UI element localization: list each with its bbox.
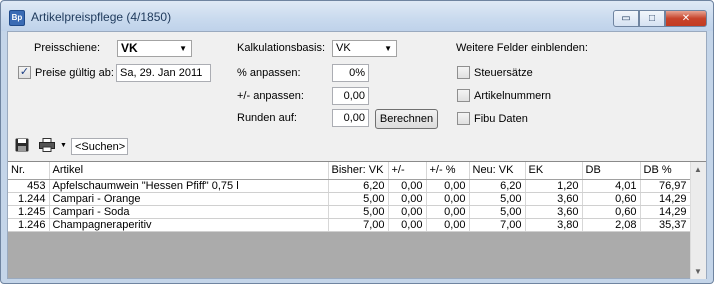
cell-plusminus: 0,00 <box>388 218 427 232</box>
col-header-artikel[interactable]: Artikel <box>49 162 329 180</box>
col-header-nr[interactable]: Nr. <box>8 162 50 180</box>
table-row[interactable]: 453 Apfelschaumwein "Hessen Pfiff" 0,75 … <box>8 179 691 193</box>
cell-bisher-vk: 5,00 <box>328 192 389 206</box>
cell-nr: 1.246 <box>8 218 50 232</box>
cell-ek: 3,80 <box>525 218 583 232</box>
table-row[interactable]: 1.246 Champagneraperitiv 7,00 0,00 0,00 … <box>8 218 691 232</box>
cell-db: 0,60 <box>582 205 641 219</box>
cell-db: 0,60 <box>582 192 641 206</box>
price-table-container: Nr. Artikel Bisher: VK +/- +/- % Neu: VK… <box>8 161 706 279</box>
app-icon: Bp <box>9 10 25 26</box>
cell-ek: 3,60 <box>525 205 583 219</box>
table-row[interactable]: 1.244 Campari - Orange 5,00 0,00 0,00 5,… <box>8 192 691 206</box>
col-header-plusminus-prozent[interactable]: +/- % <box>426 162 470 180</box>
cell-db: 4,01 <box>582 179 641 193</box>
cell-artikel: Apfelschaumwein "Hessen Pfiff" 0,75 l <box>49 179 329 193</box>
date-field[interactable]: Sa, 29. Jan 2011 <box>116 64 211 82</box>
cell-db-prozent: 14,29 <box>640 205 691 219</box>
cell-artikel: Campari - Soda <box>49 205 329 219</box>
col-header-db[interactable]: DB <box>582 162 641 180</box>
col-header-db-prozent[interactable]: DB % <box>640 162 691 180</box>
table-header-row: Nr. Artikel Bisher: VK +/- +/- % Neu: VK… <box>8 162 691 180</box>
cell-ek: 1,20 <box>525 179 583 193</box>
cell-db: 2,08 <box>582 218 641 232</box>
col-header-plusminus[interactable]: +/- <box>388 162 427 180</box>
close-button[interactable]: ✕ <box>665 10 707 27</box>
berechnen-button[interactable]: Berechnen <box>375 109 438 129</box>
preise-gueltig-label: Preise gültig ab: <box>35 67 114 79</box>
cell-plusminus-prozent: 0,00 <box>426 179 470 193</box>
cell-ek: 3,60 <box>525 192 583 206</box>
app-window: Bp Artikelpreispflege (4/1850) ▭ □ ✕ Pre… <box>0 0 714 284</box>
minimize-button[interactable]: ▭ <box>613 10 639 27</box>
search-input[interactable]: <Suchen> <box>71 138 128 155</box>
runden-field[interactable]: 0,00 <box>332 109 369 127</box>
fibu-daten-checkbox[interactable] <box>457 112 470 125</box>
fibu-daten-label: Fibu Daten <box>474 113 528 125</box>
content-area: Preisschiene: VK ▼ ✓ Preise gültig ab: S… <box>7 31 707 279</box>
scroll-down-arrow-icon[interactable]: ▼ <box>694 267 702 276</box>
cell-artikel: Campari - Orange <box>49 192 329 206</box>
cell-db-prozent: 76,97 <box>640 179 691 193</box>
plusminus-label: +/- anpassen: <box>237 90 304 102</box>
cell-db-prozent: 35,37 <box>640 218 691 232</box>
prozent-label: % anpassen: <box>237 67 301 79</box>
preise-gueltig-checkbox[interactable]: ✓ <box>18 66 31 79</box>
plusminus-field[interactable]: 0,00 <box>332 87 369 105</box>
cell-nr: 1.244 <box>8 192 50 206</box>
artikelnummern-label: Artikelnummern <box>474 90 552 102</box>
cell-plusminus-prozent: 0,00 <box>426 192 470 206</box>
cell-bisher-vk: 5,00 <box>328 205 389 219</box>
cell-artikel: Champagneraperitiv <box>49 218 329 232</box>
weitere-felder-label: Weitere Felder einblenden: <box>456 42 588 54</box>
cell-plusminus-prozent: 0,00 <box>426 218 470 232</box>
cell-plusminus: 0,00 <box>388 179 427 193</box>
col-header-bisher-vk[interactable]: Bisher: VK <box>328 162 389 180</box>
preisschiene-label: Preisschiene: <box>34 42 101 54</box>
chevron-down-icon: ▼ <box>384 44 392 53</box>
maximize-button[interactable]: □ <box>639 10 665 27</box>
cell-neu-vk: 5,00 <box>469 205 526 219</box>
cell-neu-vk: 6,20 <box>469 179 526 193</box>
cell-nr: 1.245 <box>8 205 50 219</box>
cell-plusminus: 0,00 <box>388 192 427 206</box>
col-header-neu-vk[interactable]: Neu: VK <box>469 162 526 180</box>
cell-neu-vk: 5,00 <box>469 192 526 206</box>
window-controls: ▭ □ ✕ <box>613 10 707 27</box>
save-icon[interactable] <box>14 138 30 154</box>
runden-label: Runden auf: <box>237 112 297 124</box>
printer-icon[interactable] <box>39 138 55 154</box>
kalkulationsbasis-label: Kalkulationsbasis: <box>237 42 326 54</box>
preisschiene-value: VK <box>121 41 138 55</box>
cell-bisher-vk: 6,20 <box>328 179 389 193</box>
kalkulationsbasis-select[interactable]: VK ▼ <box>332 40 397 57</box>
cell-bisher-vk: 7,00 <box>328 218 389 232</box>
floppy-disk-icon <box>15 138 29 152</box>
artikelnummern-checkbox[interactable] <box>457 89 470 102</box>
cell-plusminus: 0,00 <box>388 205 427 219</box>
kalkulationsbasis-value: VK <box>336 42 351 54</box>
cell-db-prozent: 14,29 <box>640 192 691 206</box>
vertical-scrollbar[interactable]: ▲ ▼ <box>690 162 706 279</box>
cell-neu-vk: 7,00 <box>469 218 526 232</box>
chevron-down-icon: ▼ <box>179 44 187 53</box>
cell-plusminus-prozent: 0,00 <box>426 205 470 219</box>
scroll-up-arrow-icon[interactable]: ▲ <box>694 165 702 174</box>
table-row[interactable]: 1.245 Campari - Soda 5,00 0,00 0,00 5,00… <box>8 205 691 219</box>
prozent-field[interactable]: 0% <box>332 64 369 82</box>
col-header-ek[interactable]: EK <box>525 162 583 180</box>
steuersaetze-label: Steuersätze <box>474 67 533 79</box>
title-bar[interactable]: Bp Artikelpreispflege (4/1850) ▭ □ ✕ <box>1 1 713 31</box>
steuersaetze-checkbox[interactable] <box>457 66 470 79</box>
print-dropdown-chevron-icon[interactable]: ▼ <box>60 142 67 149</box>
window-title: Artikelpreispflege (4/1850) <box>31 10 172 24</box>
printer-glyph-icon <box>39 138 55 152</box>
cell-nr: 453 <box>8 179 50 193</box>
price-table: Nr. Artikel Bisher: VK +/- +/- % Neu: VK… <box>8 162 691 232</box>
preisschiene-select[interactable]: VK ▼ <box>117 40 192 57</box>
